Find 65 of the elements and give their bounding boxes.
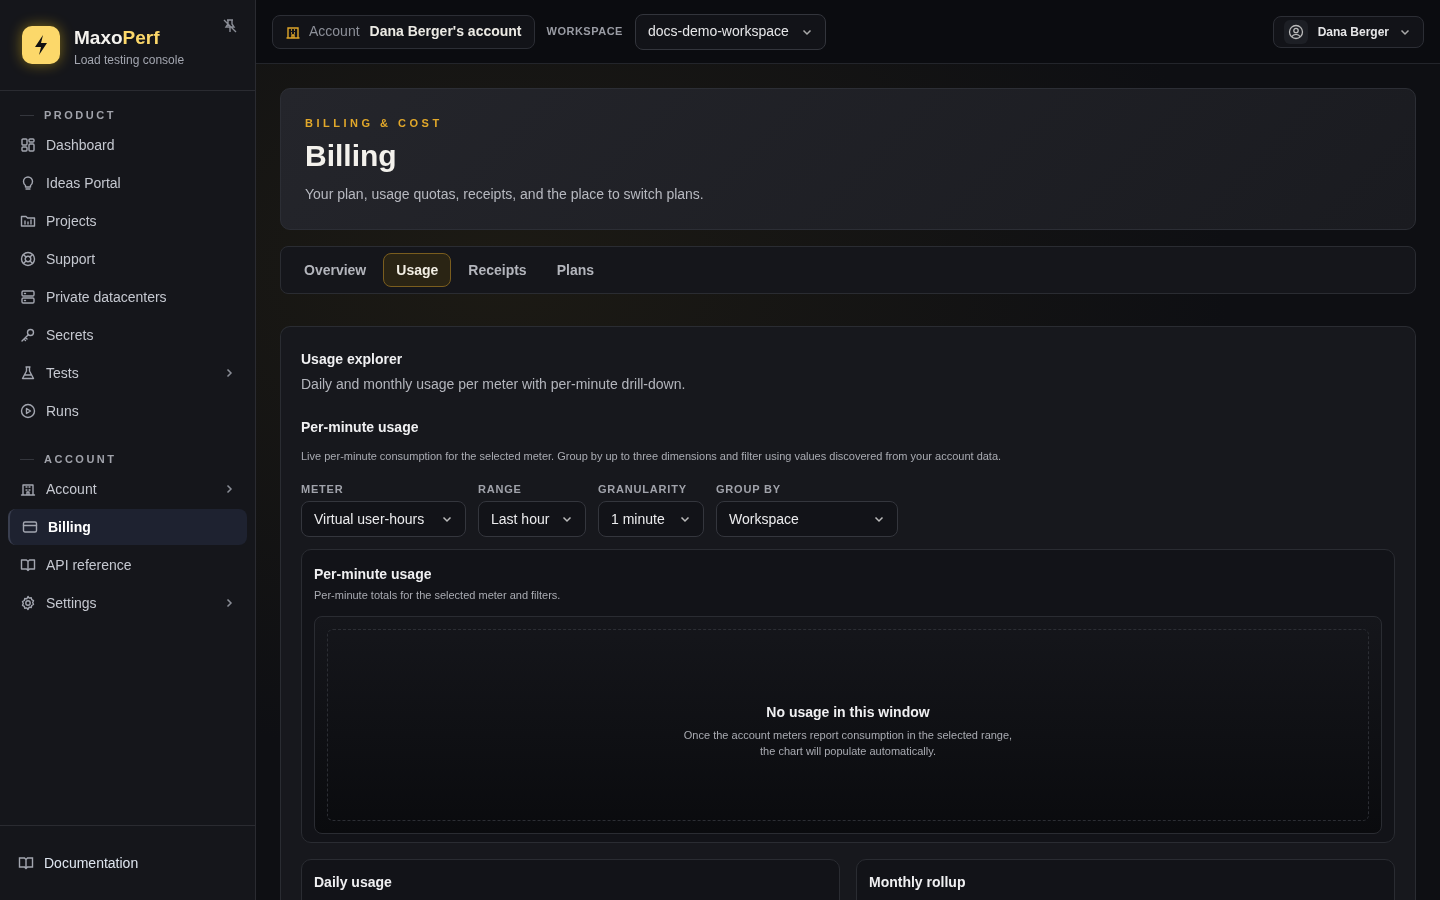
filter-label: GRANULARITY	[598, 481, 688, 497]
key-icon	[20, 327, 36, 343]
chart-subtitle: Per-minute totals for the selected meter and filters.	[314, 588, 562, 603]
card-title: Daily usage	[314, 873, 393, 892]
sidebar-item[interactable]: Private datacenters	[8, 279, 247, 315]
sidebar-item[interactable]: API reference	[8, 547, 247, 583]
filter-label: GROUP BY	[716, 481, 782, 497]
book-icon	[18, 855, 34, 871]
page-eyebrow: BILLING & COST	[305, 116, 444, 131]
documentation-link[interactable]: Documentation	[18, 852, 139, 874]
building-icon	[20, 481, 36, 497]
sidebar-item[interactable]: Account	[8, 471, 247, 507]
page-title: Billing	[305, 137, 398, 174]
lifebuoy-icon	[20, 251, 36, 267]
filter-label: METER	[301, 481, 345, 497]
section-description: Live per-minute consumption for the selected meter. Group by up to three dimensions and filter using values discovered from your account data.	[301, 449, 1003, 464]
lightbulb-icon	[20, 175, 36, 191]
sidebar-item[interactable]: Billing	[8, 509, 247, 545]
card-subtitle: Daily and monthly usage per meter with per-minute drill-down.	[301, 375, 687, 394]
empty-state-text: the chart will populate automatically.	[760, 744, 936, 759]
chart-title: Per-minute usage	[314, 565, 433, 584]
section-heading: PRODUCT	[44, 107, 116, 123]
brand-name: MaxoPerf	[74, 27, 161, 49]
sidebar-item[interactable]: Dashboard	[8, 127, 247, 163]
flask-icon	[20, 365, 36, 381]
section-title: Per-minute usage	[301, 418, 420, 437]
account-selector[interactable]: Account Dana Berger's account	[272, 14, 535, 49]
sidebar-item[interactable]: Projects	[8, 203, 247, 239]
filter-dropdown[interactable]: Virtual user-hours	[301, 501, 466, 537]
logo-icon	[22, 26, 60, 64]
folder-icon	[20, 213, 36, 229]
card-title: Usage explorer	[301, 350, 404, 369]
sidebar-item[interactable]: Tests	[8, 355, 247, 391]
gear-icon	[20, 595, 36, 611]
grid-icon	[20, 137, 36, 153]
card-title: Monthly rollup	[869, 873, 967, 892]
tab[interactable]: Overview	[291, 253, 380, 287]
tab[interactable]: Usage	[383, 253, 452, 287]
unpin-icon[interactable]	[222, 18, 238, 34]
empty-state-title: No usage in this window	[766, 703, 930, 722]
filter-dropdown[interactable]: Workspace	[716, 501, 898, 537]
filter-label: RANGE	[478, 481, 523, 497]
server-icon	[20, 289, 36, 305]
filter-dropdown[interactable]: 1 minute	[598, 501, 704, 537]
tab[interactable]: Receipts	[455, 253, 540, 287]
workspace-label: WORKSPACE	[546, 24, 623, 40]
filter-dropdown[interactable]: Last hour	[478, 501, 586, 537]
tab[interactable]: Plans	[543, 253, 607, 287]
sidebar-item[interactable]: Settings	[8, 585, 247, 621]
sidebar-item[interactable]: Support	[8, 241, 247, 277]
book-icon	[20, 557, 36, 573]
section-heading: ACCOUNT	[44, 451, 117, 467]
empty-state-text: Once the account meters report consumption in the selected range,	[683, 728, 1013, 743]
account-name: Dana Berger's account	[369, 22, 522, 41]
credit-card-icon	[22, 519, 38, 535]
account-label: Account	[309, 22, 360, 41]
user-avatar-icon	[1283, 19, 1308, 44]
sidebar-item[interactable]: Ideas Portal	[8, 165, 247, 201]
sidebar-item[interactable]: Secrets	[8, 317, 247, 353]
workspace-dropdown[interactable]: docs-demo-workspace	[634, 13, 826, 50]
user-menu[interactable]: Dana Berger	[1272, 15, 1424, 48]
play-circle-icon	[20, 403, 36, 419]
page-description: Your plan, usage quotas, receipts, and the place to switch plans.	[305, 184, 705, 204]
sidebar-item[interactable]: Runs	[8, 393, 247, 429]
brand-subtitle: Load testing console	[74, 52, 185, 69]
